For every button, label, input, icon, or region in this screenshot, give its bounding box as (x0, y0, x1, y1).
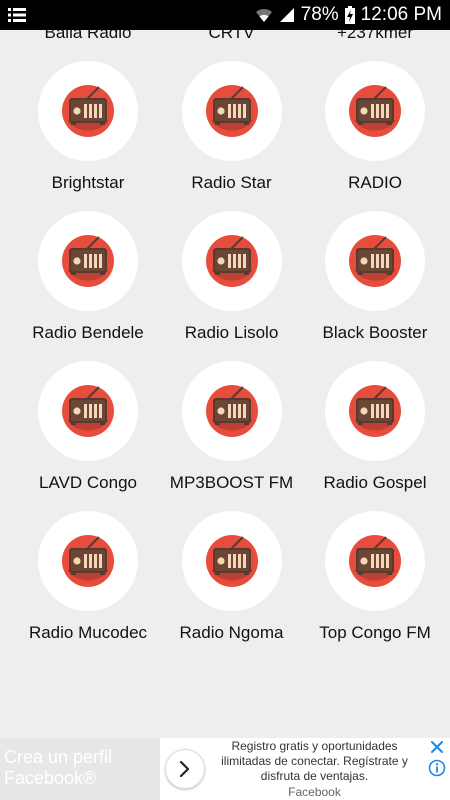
clock: 12:06 PM (360, 4, 442, 25)
ad-source: Facebook (288, 784, 341, 799)
radio-icon (349, 235, 401, 287)
radio-icon (62, 535, 114, 587)
close-icon[interactable] (429, 739, 445, 755)
station-tile[interactable]: CRTV (163, 30, 300, 60)
station-tile[interactable]: Brightstar (13, 60, 163, 210)
station-tile[interactable]: Radio Mucodec (13, 510, 163, 660)
ad-headline-line2: Facebook® (4, 768, 97, 788)
radio-icon (349, 385, 401, 437)
radio-icon (349, 85, 401, 137)
ad-banner[interactable]: Crea un perfil Facebook® Registro gratis… (0, 738, 450, 800)
station-tile[interactable]: Balla Radio (13, 30, 163, 60)
station-icon-circle (181, 61, 282, 161)
station-label: Top Congo FM (319, 623, 431, 642)
menu-button[interactable] (8, 7, 26, 23)
ad-body-text: Registro gratis y oportunidades ilimitad… (221, 738, 408, 783)
station-label: +237kmer (336, 30, 414, 42)
station-icon-circle (38, 211, 138, 311)
radio-icon (205, 235, 258, 287)
info-icon[interactable] (428, 759, 446, 777)
station-icon-circle (38, 61, 138, 161)
station-label: Radio Gospel (323, 473, 427, 492)
ad-headline[interactable]: Crea un perfil Facebook® (0, 738, 160, 800)
station-label: Radio Bendele (32, 323, 144, 342)
station-icon-circle (325, 361, 425, 461)
station-tile[interactable]: RADIO (300, 60, 450, 210)
station-label: LAVD Congo (39, 473, 137, 492)
station-label: MP3BOOST FM (169, 473, 294, 492)
station-icon-circle (325, 61, 425, 161)
ad-body[interactable]: Registro gratis y oportunidades ilimitad… (205, 739, 424, 800)
battery-charging-icon (344, 6, 355, 24)
wifi-icon (255, 8, 272, 22)
station-tile[interactable]: LAVD Congo (13, 360, 163, 510)
station-tile[interactable]: MP3BOOST FM (163, 360, 300, 510)
radio-icon (62, 385, 114, 437)
station-tile[interactable]: +237kmer (300, 30, 450, 60)
radio-icon (205, 385, 258, 437)
ad-headline-line1: Crea un perfil (4, 747, 113, 767)
radio-icon (349, 535, 401, 587)
chevron-right-icon (179, 760, 190, 778)
signal-icon (279, 8, 294, 22)
station-icon-circle (325, 211, 425, 311)
station-tile[interactable]: Radio Ngoma (163, 510, 300, 660)
station-tile[interactable]: Top Congo FM (300, 510, 450, 660)
station-grid: Balla Radio CRTV +237kmer Brightstar Rad… (0, 30, 450, 660)
radio-icon (62, 85, 114, 137)
station-label: RADIO (348, 173, 402, 192)
ad-cta-button[interactable] (165, 749, 205, 789)
station-tile[interactable]: Radio Gospel (300, 360, 450, 510)
station-icon-circle (38, 511, 138, 611)
station-tile[interactable]: Black Booster (300, 210, 450, 360)
station-tile[interactable]: Radio Lisolo (163, 210, 300, 360)
station-icon-circle (181, 211, 282, 311)
station-icon-circle (325, 511, 425, 611)
station-label: Balla Radio (44, 30, 132, 42)
station-label: CRTV (208, 30, 255, 42)
station-icon-circle (38, 361, 138, 461)
station-label: Black Booster (322, 323, 428, 342)
station-grid-viewport[interactable]: Balla Radio CRTV +237kmer Brightstar Rad… (0, 30, 450, 738)
station-label: Brightstar (51, 173, 125, 192)
list-icon (8, 8, 26, 22)
station-icon-circle (181, 361, 282, 461)
station-label: Radio Star (191, 173, 272, 192)
radio-icon (205, 85, 258, 137)
station-label: Radio Ngoma (179, 623, 284, 642)
station-tile[interactable]: Radio Bendele (13, 210, 163, 360)
station-label: Radio Mucodec (28, 623, 148, 642)
battery-percent: 78% (300, 4, 339, 25)
station-icon-circle (181, 511, 282, 611)
radio-icon (205, 535, 258, 587)
station-label: Radio Lisolo (184, 323, 279, 342)
station-tile[interactable]: Radio Star (163, 60, 300, 210)
radio-icon (62, 235, 114, 287)
status-bar: 78% 12:06 PM (0, 0, 450, 30)
